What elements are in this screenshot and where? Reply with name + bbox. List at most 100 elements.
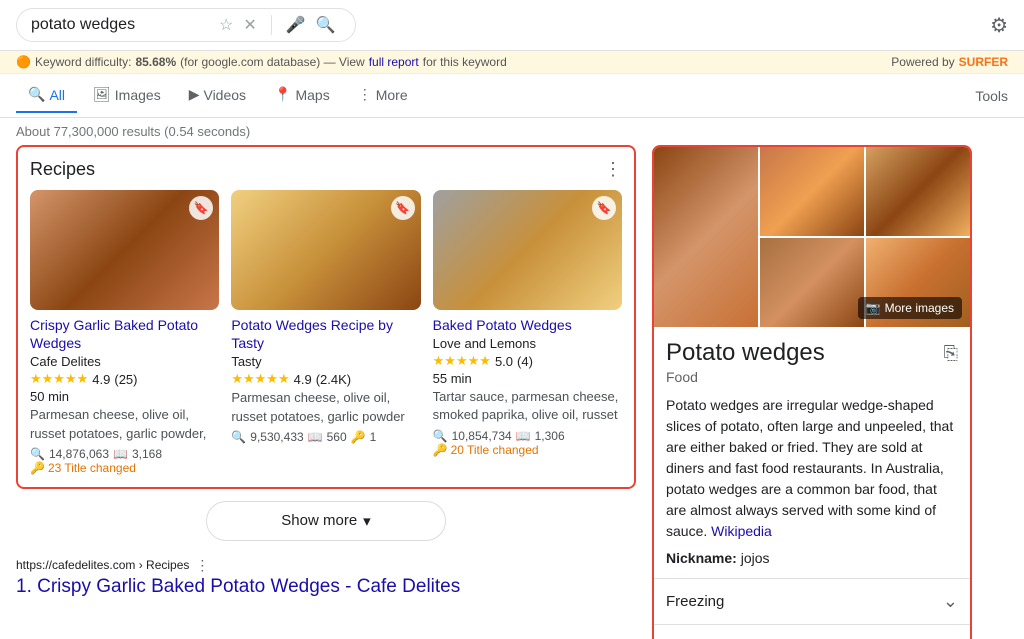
videos-icon: ▶ (189, 86, 200, 103)
key-count-1: 23 (48, 461, 61, 475)
search-count-1: 14,876,063 (49, 447, 109, 461)
book-icon-3: 📖 (516, 429, 531, 443)
search-icon-stat: 🔍 (30, 447, 45, 461)
kg-nickname-value: jojos (741, 550, 770, 566)
recipe-source-3: Love and Lemons (433, 336, 622, 351)
key-count-3: 20 (451, 443, 464, 457)
recipe-card-1[interactable]: 🔖 Crispy Garlic Baked Potato Wedges Cafe… (30, 190, 219, 475)
tab-more-label: More (376, 87, 408, 103)
tab-maps[interactable]: 📍 Maps (262, 78, 342, 113)
header: ☆ ✕ 🎤 🔍 ⚙ (0, 0, 1024, 51)
result-menu-icon[interactable]: ⋮ (195, 557, 209, 574)
kg-section-freezing[interactable]: Freezing ⌄ (654, 578, 970, 624)
recipe-time-1: 50 min (30, 389, 219, 404)
recipe-rating-2: ★★★★★ 4.9 (2.4K) (231, 371, 420, 387)
kg-nickname: Nickname: jojos (666, 550, 958, 566)
result-url-1: https://cafedelites.com › Recipes (16, 558, 189, 572)
tab-images-label: Images (115, 87, 161, 103)
bookmark-icon-3[interactable]: 🔖 (592, 196, 616, 220)
tab-videos[interactable]: ▶ Videos (177, 78, 258, 113)
all-icon: 🔍 (28, 86, 45, 103)
title-changed-3: 🔑 20 Title changed (433, 443, 622, 457)
stars-2: ★★★★★ (231, 371, 289, 387)
nav-tabs: 🔍 All 🖼 Images ▶ Videos 📍 Maps ⋮ More To… (0, 74, 1024, 118)
show-more-label: Show more (281, 512, 357, 529)
recipe-ingredients-3: Tartar sauce, parmesan cheese, smoked pa… (433, 388, 622, 424)
chevron-down-icon: ⌄ (943, 591, 958, 612)
recipe-rating-1: ★★★★★ 4.9 (25) (30, 371, 219, 387)
more-images-button[interactable]: 📷 More images (858, 297, 962, 319)
recipe-card-3[interactable]: 🔖 Baked Potato Wedges Love and Lemons ★★… (433, 190, 622, 475)
bookmark-icon-1[interactable]: 🔖 (189, 196, 213, 220)
recipe-image-2: 🔖 (231, 190, 420, 310)
search-bar: ☆ ✕ 🎤 🔍 (16, 8, 356, 42)
divider (271, 15, 272, 35)
kd-label: Keyword difficulty: (35, 55, 132, 69)
recipe-name-3[interactable]: Baked Potato Wedges (433, 316, 622, 334)
recipe-name-1[interactable]: Crispy Garlic Baked Potato Wedges (30, 316, 219, 352)
tools-button[interactable]: Tools (975, 88, 1008, 104)
chevron-icon: ▾ (363, 512, 371, 530)
recipe-image-1: 🔖 (30, 190, 219, 310)
tab-all[interactable]: 🔍 All (16, 78, 77, 113)
key-icon-2: 🔑 (351, 430, 366, 444)
rating-value-1: 4.9 (92, 372, 110, 387)
share-icon[interactable]: ⎘ (944, 343, 958, 364)
book-count-2: 560 (327, 430, 347, 444)
kg-wikipedia-link[interactable]: Wikipedia (711, 523, 772, 539)
kd-full-report-link[interactable]: full report (369, 55, 419, 69)
recipe-source-2: Tasty (231, 354, 420, 369)
rating-value-2: 4.9 (294, 372, 312, 387)
kg-section-freezing-label: Freezing (666, 593, 724, 610)
kg-images-grid: 📷 More images (654, 147, 970, 327)
book-icon-2: 📖 (308, 430, 323, 444)
mic-icon[interactable]: 🎤 (286, 15, 306, 35)
kg-image-1 (654, 147, 758, 327)
book-count-1: 3,168 (132, 447, 162, 461)
key-icon-1: 🔑 (30, 461, 45, 475)
book-icon-1: 📖 (113, 447, 128, 461)
recipe-name-2[interactable]: Potato Wedges Recipe by Tasty (231, 316, 420, 352)
tab-all-label: All (49, 87, 65, 103)
recipe-cards: 🔖 Crispy Garlic Baked Potato Wedges Cafe… (30, 190, 622, 475)
search-button[interactable]: 🔍 (316, 15, 336, 35)
search-input[interactable] (31, 16, 211, 34)
search-icon-stat-2: 🔍 (231, 430, 246, 444)
kg-image-2 (760, 147, 864, 236)
images-icon: 🖼 (93, 86, 111, 103)
recipe-rating-3: ★★★★★ 5.0 (4) (433, 353, 622, 369)
recipes-menu-icon[interactable]: ⋮ (604, 159, 622, 180)
more-images-label: More images (885, 301, 954, 315)
stars-1: ★★★★★ (30, 371, 88, 387)
recipe-time-3: 55 min (433, 371, 622, 386)
header-right: ⚙ (990, 13, 1008, 38)
tab-videos-label: Videos (203, 87, 246, 103)
tab-images[interactable]: 🖼 Images (81, 78, 173, 113)
recipe-card-2[interactable]: 🔖 Potato Wedges Recipe by Tasty Tasty ★★… (231, 190, 420, 475)
kd-suffix: (for google.com database) — View (180, 55, 365, 69)
show-more-button[interactable]: Show more ▾ (206, 501, 446, 541)
title-changed-label-1: Title changed (64, 461, 136, 475)
left-panel: Recipes ⋮ 🔖 Crispy Garlic Baked Potato W… (16, 145, 636, 639)
bookmark-icon-2[interactable]: 🔖 (391, 196, 415, 220)
clear-icon[interactable]: ✕ (243, 15, 256, 35)
book-count-3: 1,306 (535, 429, 565, 443)
surfer-logo: SURFER (959, 55, 1008, 69)
kg-section-nutrition[interactable]: Nutrition data ⌄ (654, 624, 970, 639)
search-count-3: 10,854,734 (452, 429, 512, 443)
kg-image-4 (760, 238, 864, 327)
organic-result-1: https://cafedelites.com › Recipes ⋮ 1. C… (16, 549, 636, 606)
rating-count-2: (2.4K) (316, 372, 351, 387)
tab-maps-label: Maps (295, 87, 329, 103)
search-icons: ☆ ✕ 🎤 🔍 (219, 15, 336, 35)
rating-count-3: (4) (517, 354, 533, 369)
star-icon[interactable]: ☆ (219, 15, 233, 35)
kg-category: Food (666, 369, 958, 385)
recipe-image-3: 🔖 (433, 190, 622, 310)
recipe-ingredients-1: Parmesan cheese, olive oil, russet potat… (30, 406, 219, 442)
settings-icon[interactable]: ⚙ (990, 13, 1008, 38)
title-changed-1: 🔑 23 Title changed (30, 461, 219, 475)
tab-more[interactable]: ⋮ More (346, 78, 420, 113)
recipe-stats-2: 🔍 9,530,433 📖 560 🔑 1 (231, 430, 420, 444)
result-title-link-1[interactable]: 1. Crispy Garlic Baked Potato Wedges - C… (16, 576, 636, 598)
